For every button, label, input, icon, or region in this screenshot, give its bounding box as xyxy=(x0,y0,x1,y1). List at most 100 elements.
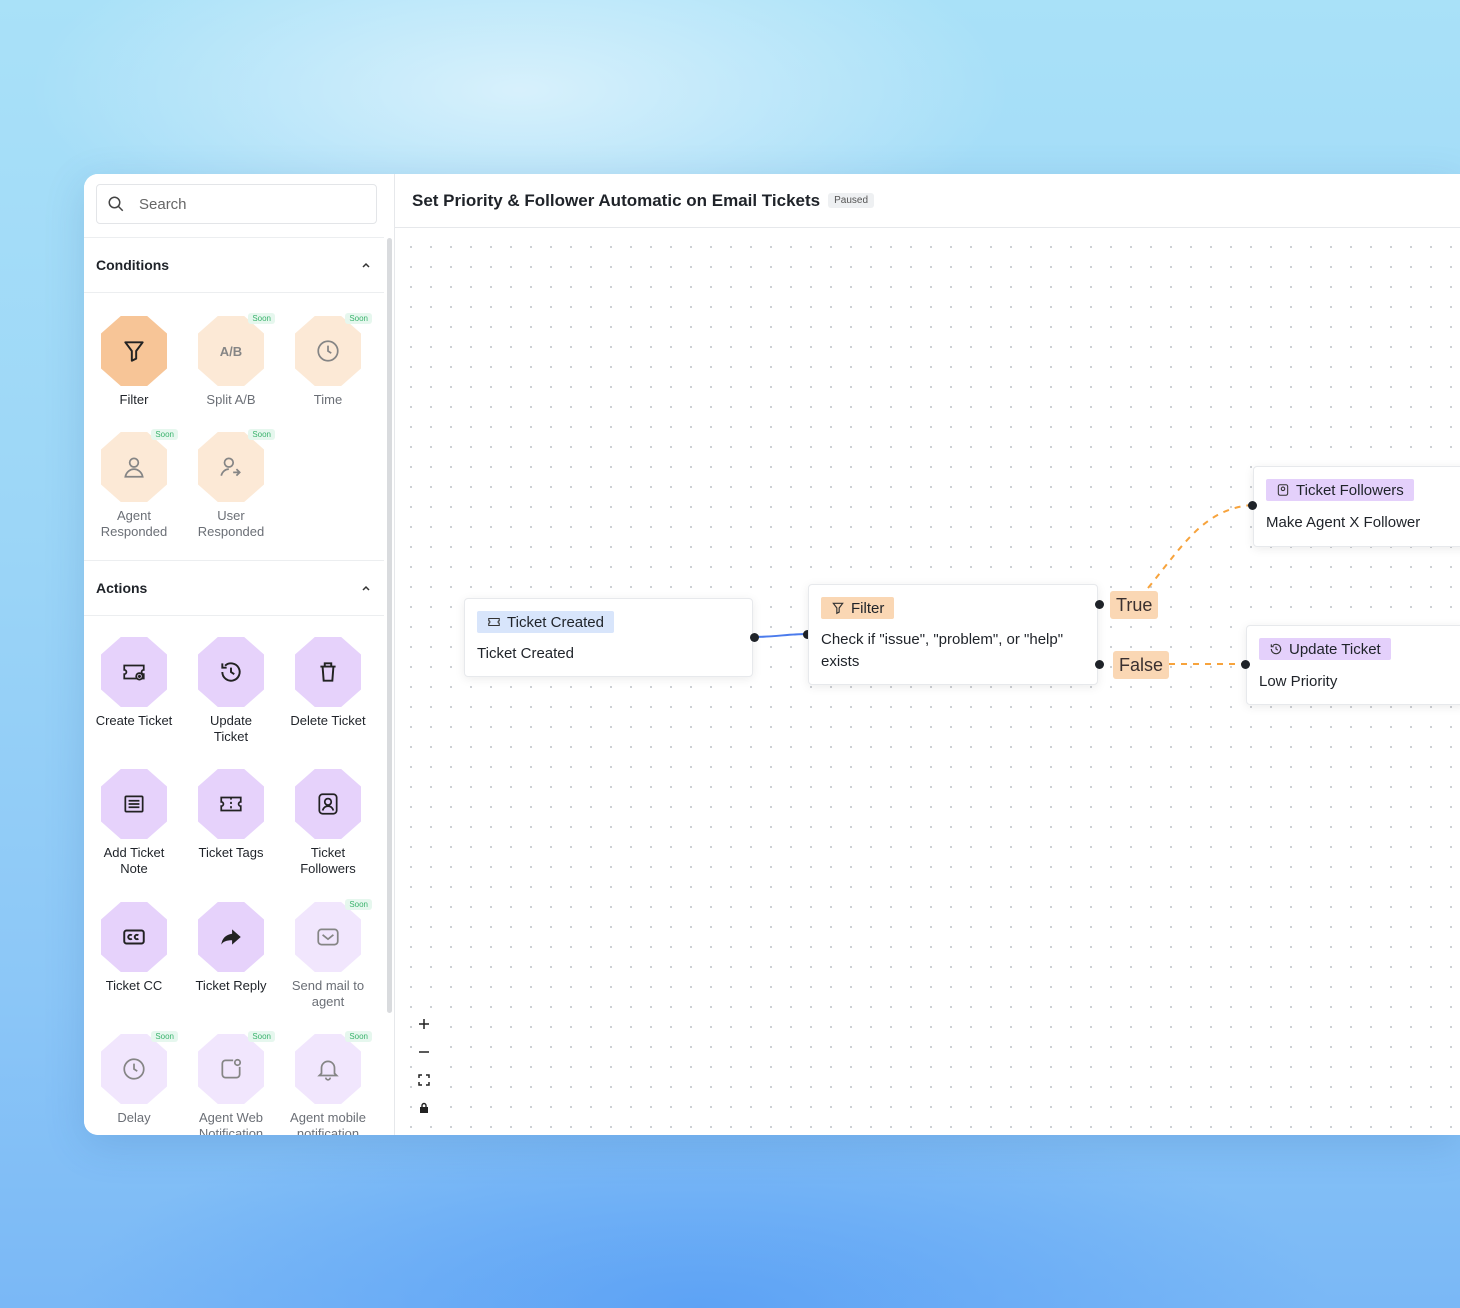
trash-icon xyxy=(295,637,361,707)
tile-label: Filter xyxy=(119,392,149,407)
zoom-out-button[interactable] xyxy=(413,1038,435,1066)
node-ticket-followers[interactable]: Ticket Followers Make Agent X Follower xyxy=(1253,466,1460,547)
tile-label: Delete Ticket xyxy=(290,713,366,728)
tile-label: Ticket Followers xyxy=(300,845,356,876)
soon-badge: Soon xyxy=(151,429,178,440)
action-ticket-tags[interactable]: Ticket Tags xyxy=(183,769,279,861)
search-input[interactable] xyxy=(139,195,359,213)
condition-time[interactable]: Soon Time xyxy=(280,313,376,408)
input-handle[interactable] xyxy=(1241,660,1250,669)
tile-label: Agent mobile notification xyxy=(290,1110,366,1135)
reply-icon xyxy=(198,902,264,972)
fit-view-icon xyxy=(418,1074,430,1086)
node-tag: Filter xyxy=(821,597,895,619)
actions-heading: Actions xyxy=(96,580,148,596)
search-icon xyxy=(108,196,124,212)
follower-icon xyxy=(1277,484,1289,496)
sidebar: Conditions Filter A/B Soon Split A/B Soo… xyxy=(84,174,395,1135)
soon-badge: Soon xyxy=(345,1031,372,1042)
node-ticket-created[interactable]: Ticket Created Ticket Created xyxy=(464,598,753,677)
action-delete-ticket[interactable]: Delete Ticket xyxy=(280,637,376,729)
tile-label: Agent Responded xyxy=(100,508,168,539)
output-handle[interactable] xyxy=(750,633,759,642)
tile-label: Send mail to agent xyxy=(291,978,365,1009)
tile-label: User Responded xyxy=(197,508,265,539)
node-tag: Update Ticket xyxy=(1259,638,1391,660)
status-badge: Paused xyxy=(828,193,875,208)
node-filter[interactable]: Filter Check if "issue", "problem", or "… xyxy=(808,584,1098,685)
user-responded-icon xyxy=(198,432,264,502)
soon-badge: Soon xyxy=(151,1031,178,1042)
conditions-heading: Conditions xyxy=(96,257,170,273)
soon-badge: Soon xyxy=(345,313,372,324)
ticket-plus-icon xyxy=(101,637,167,707)
action-ticket-reply[interactable]: Ticket Reply xyxy=(183,902,279,994)
chevron-up-icon[interactable] xyxy=(360,259,372,271)
tile-label: Agent Web Notification xyxy=(198,1110,264,1135)
history-icon xyxy=(1270,643,1282,655)
node-tag: Ticket Created xyxy=(477,611,614,633)
fit-view-button[interactable] xyxy=(413,1066,435,1094)
action-send-mail-to-agent[interactable]: Soon Send mail to agent xyxy=(280,899,376,1010)
node-body: Low Priority xyxy=(1259,673,1338,690)
branch-true-label: True xyxy=(1110,591,1159,619)
clock-icon xyxy=(295,316,361,386)
node-update-ticket[interactable]: Update Ticket Low Priority xyxy=(1246,625,1460,705)
action-delay[interactable]: Soon Delay xyxy=(86,1031,182,1126)
condition-agent-responded[interactable]: Soon Agent Responded xyxy=(86,429,182,540)
tile-label: Create Ticket xyxy=(95,713,173,728)
node-body: Make Agent X Follower xyxy=(1266,514,1421,531)
node-tag: Ticket Followers xyxy=(1266,479,1414,501)
clock-icon xyxy=(101,1034,167,1104)
lock-icon xyxy=(420,1102,428,1113)
tile-label: Time xyxy=(313,392,343,407)
workflow-header: Set Priority & Follower Automatic on Ema… xyxy=(395,174,1460,228)
action-agent-mobile-notification[interactable]: Soon Agent mobile notification xyxy=(280,1031,376,1135)
search-box[interactable] xyxy=(96,184,377,224)
node-body: Check if "issue", "problem", or "help" e… xyxy=(821,631,1064,670)
false-handle[interactable] xyxy=(1095,660,1104,669)
condition-user-responded[interactable]: Soon User Responded xyxy=(183,429,279,540)
actions-section-header[interactable]: Actions xyxy=(84,560,384,616)
true-handle[interactable] xyxy=(1095,600,1104,609)
action-agent-web-notification[interactable]: Soon Agent Web Notification xyxy=(183,1031,279,1135)
soon-badge: Soon xyxy=(345,899,372,910)
split-ab-icon: A/B xyxy=(198,316,264,386)
action-update-ticket[interactable]: Update Ticket xyxy=(183,637,279,745)
condition-split-ab[interactable]: A/B Soon Split A/B xyxy=(183,313,279,408)
tile-label: Split A/B xyxy=(206,392,256,407)
conditions-section-header[interactable]: Conditions xyxy=(84,237,384,293)
agent-icon xyxy=(101,432,167,502)
workflow-title[interactable]: Set Priority & Follower Automatic on Ema… xyxy=(412,191,820,211)
zoom-controls xyxy=(413,1010,435,1122)
follower-icon xyxy=(295,769,361,839)
history-icon xyxy=(198,637,264,707)
soon-badge: Soon xyxy=(248,429,275,440)
tile-label: Delay xyxy=(117,1110,151,1125)
tile-label: Ticket CC xyxy=(105,978,163,993)
web-notification-icon xyxy=(198,1034,264,1104)
filter-icon xyxy=(101,316,167,386)
tile-label: Ticket Reply xyxy=(195,978,267,993)
action-create-ticket[interactable]: Create Ticket xyxy=(86,637,182,729)
soon-badge: Soon xyxy=(248,313,275,324)
zoom-in-button[interactable] xyxy=(413,1010,435,1038)
app-window: Conditions Filter A/B Soon Split A/B Soo… xyxy=(84,174,1460,1135)
bell-icon xyxy=(295,1034,361,1104)
cc-icon xyxy=(101,902,167,972)
input-handle[interactable] xyxy=(1248,501,1257,510)
chevron-up-icon[interactable] xyxy=(360,582,372,594)
condition-filter[interactable]: Filter xyxy=(86,316,182,408)
action-ticket-followers[interactable]: Ticket Followers xyxy=(280,769,376,877)
tile-label: Ticket Tags xyxy=(198,845,264,860)
node-body: Ticket Created xyxy=(477,645,574,662)
plus-icon xyxy=(419,1019,429,1029)
note-icon xyxy=(101,769,167,839)
action-add-ticket-note[interactable]: Add Ticket Note xyxy=(86,769,182,877)
mail-icon xyxy=(295,902,361,972)
tile-label: Update Ticket xyxy=(210,713,252,744)
lock-button[interactable] xyxy=(413,1094,435,1122)
action-ticket-cc[interactable]: Ticket CC xyxy=(86,902,182,994)
sidebar-scrollbar[interactable] xyxy=(387,238,392,1013)
minus-icon xyxy=(419,1051,429,1053)
